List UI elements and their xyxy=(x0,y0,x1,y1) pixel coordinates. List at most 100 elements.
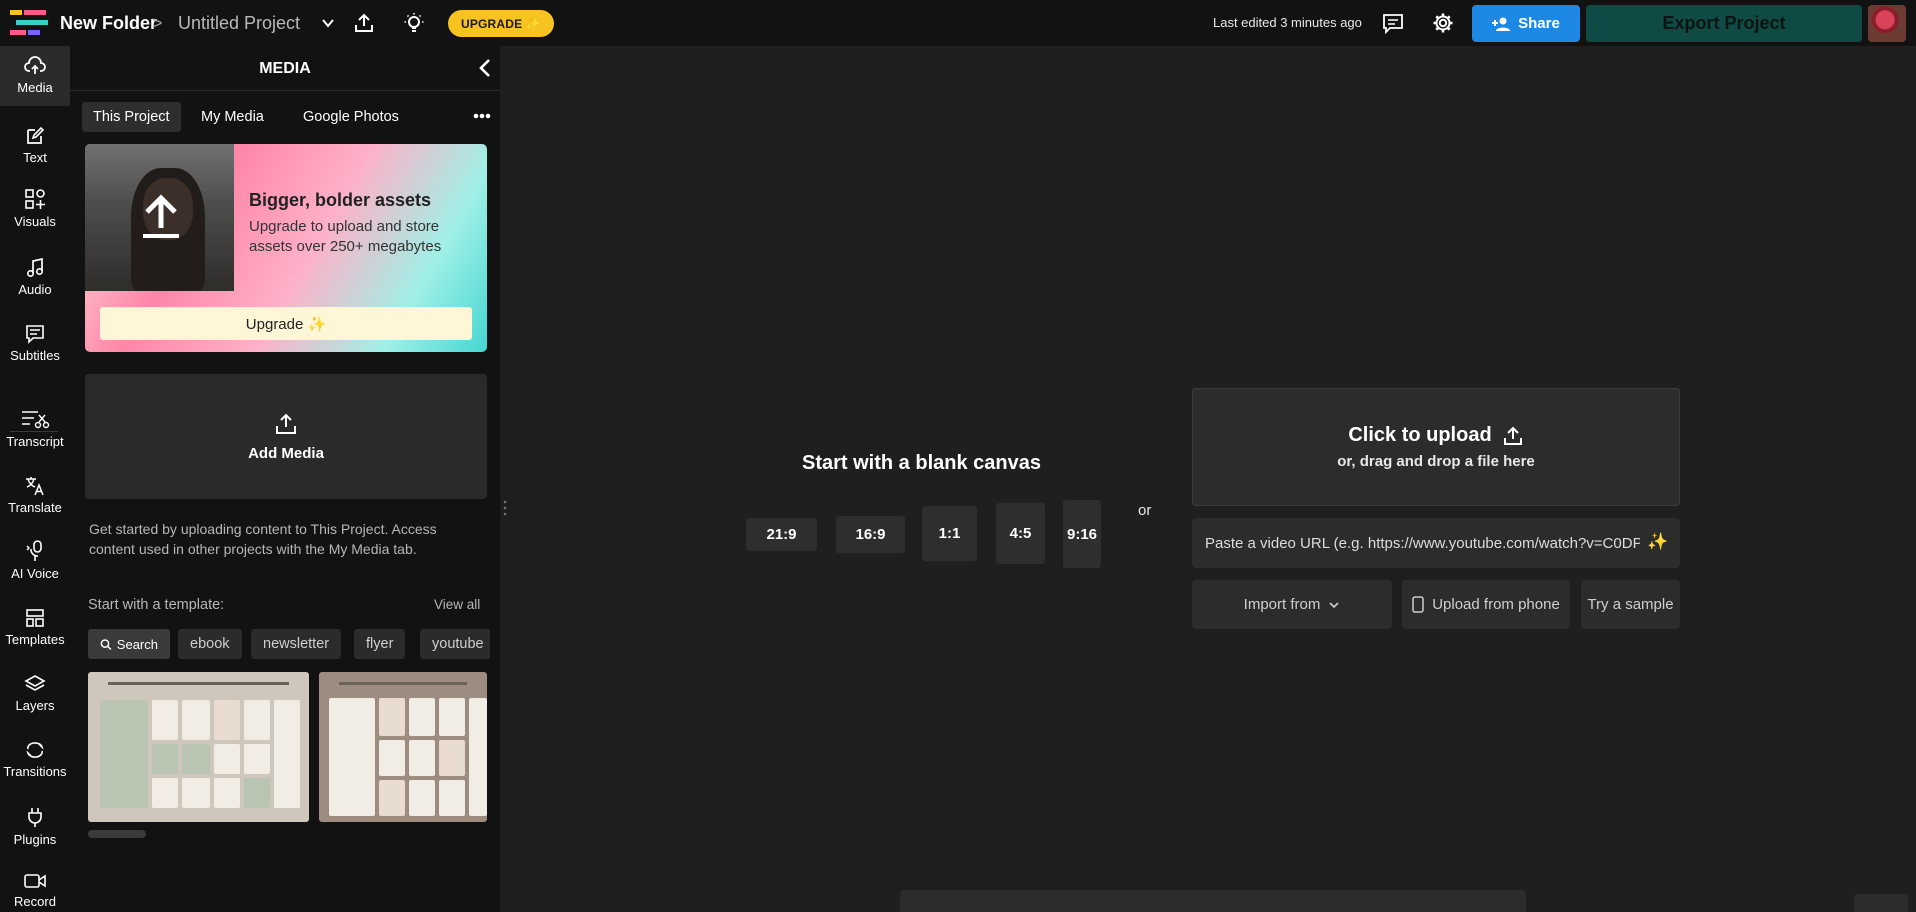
bottom-right-control[interactable] xyxy=(1854,894,1908,912)
export-project-button[interactable]: Export Project xyxy=(1586,5,1862,42)
add-media-label: Add Media xyxy=(248,444,324,462)
breadcrumb-folder[interactable]: New Folder xyxy=(60,12,157,34)
translate-icon xyxy=(26,477,44,496)
transcript-icon xyxy=(22,411,50,429)
upgrade-button[interactable]: UPGRADE ✨ xyxy=(448,10,554,37)
music-note-icon xyxy=(26,258,44,278)
app-logo-icon[interactable] xyxy=(10,10,48,36)
settings-gear-icon[interactable] xyxy=(1431,11,1455,35)
sparkle-icon[interactable]: ✨ xyxy=(1647,532,1668,552)
bottom-toolbar[interactable] xyxy=(900,890,1526,912)
ratio-9-16-button[interactable]: 9:16 xyxy=(1063,500,1101,568)
plug-icon xyxy=(28,808,42,827)
view-all-link[interactable]: View all xyxy=(434,597,480,612)
nav-item-translate[interactable]: Translate xyxy=(0,476,70,515)
nav-label: Layers xyxy=(15,698,55,713)
microphone-icon xyxy=(26,540,42,561)
nav-label: Record xyxy=(14,894,56,909)
nav-item-media[interactable]: Media xyxy=(0,46,70,106)
upload-icon xyxy=(276,413,296,434)
nav-item-text[interactable]: Text xyxy=(0,126,70,165)
upload-icon[interactable] xyxy=(352,11,376,35)
upload-from-phone-button[interactable]: Upload from phone xyxy=(1402,580,1570,629)
promo-upgrade-button[interactable]: Upgrade ✨ xyxy=(100,307,472,340)
horizontal-scrollbar[interactable] xyxy=(88,830,146,838)
subtitles-icon xyxy=(26,325,44,344)
ratio-1-1-button[interactable]: 1:1 xyxy=(922,506,977,561)
video-url-input[interactable] xyxy=(1192,518,1680,568)
nav-label: Plugins xyxy=(13,832,57,847)
import-from-button[interactable]: Import from xyxy=(1192,580,1392,629)
or-separator: or xyxy=(1138,502,1152,519)
panel-title: MEDIA xyxy=(259,60,311,77)
nav-label: Media xyxy=(17,80,53,95)
nav-label: Subtitles xyxy=(10,348,60,363)
template-thumbnail[interactable] xyxy=(88,672,309,822)
blank-canvas-title: Start with a blank canvas xyxy=(802,452,1041,474)
upload-title: Click to upload xyxy=(1348,424,1492,446)
upload-dropzone[interactable]: Click to upload or, drag and drop a file… xyxy=(1192,388,1680,506)
promo-title: Bigger, bolder assets xyxy=(249,190,432,210)
transitions-icon xyxy=(26,742,44,758)
shapes-icon xyxy=(25,189,45,209)
try-sample-button[interactable]: Try a sample xyxy=(1581,580,1680,629)
ratio-4-5-button[interactable]: 4:5 xyxy=(996,503,1045,564)
nav-label: Transitions xyxy=(3,764,67,779)
video-camera-icon xyxy=(24,874,46,888)
template-search-chip[interactable]: Search xyxy=(88,629,170,659)
upload-from-phone-label: Upload from phone xyxy=(1432,596,1560,613)
nav-item-record[interactable]: Record xyxy=(0,872,70,909)
import-from-label: Import from xyxy=(1243,596,1321,613)
cloud-upload-icon xyxy=(24,56,46,74)
panel-resize-handle-icon[interactable] xyxy=(503,500,507,516)
nav-label: Text xyxy=(23,150,47,165)
left-nav: Media Text Visuals Audio Subtitles Trans… xyxy=(0,46,70,912)
tab-my-media[interactable]: My Media xyxy=(190,102,275,132)
upload-subtitle: or, drag and drop a file here xyxy=(1337,453,1535,470)
promo-image xyxy=(85,144,234,291)
share-button[interactable]: Share xyxy=(1472,5,1580,42)
chip-flyer[interactable]: flyer xyxy=(354,629,406,659)
search-icon xyxy=(100,638,112,650)
nav-item-templates[interactable]: Templates xyxy=(0,608,70,647)
comments-icon[interactable] xyxy=(1381,11,1405,35)
ratio-16-9-button[interactable]: 16:9 xyxy=(836,516,905,553)
breadcrumb-separator: > xyxy=(152,13,163,33)
nav-label: AI Voice xyxy=(11,566,59,581)
nav-item-layers[interactable]: Layers xyxy=(0,674,70,713)
upload-icon xyxy=(1503,426,1522,445)
collapse-panel-icon[interactable] xyxy=(476,58,494,78)
edit-icon xyxy=(27,126,45,144)
template-thumbnail[interactable] xyxy=(319,672,487,822)
phone-icon xyxy=(1412,596,1424,613)
top-bar: New Folder > Untitled Project UPGRADE ✨ … xyxy=(0,0,1916,46)
project-title[interactable]: Untitled Project xyxy=(178,12,300,34)
ratio-21-9-button[interactable]: 21:9 xyxy=(746,518,817,551)
more-options-icon[interactable] xyxy=(472,108,492,124)
templates-icon xyxy=(26,609,44,627)
tab-this-project[interactable]: This Project xyxy=(82,102,181,132)
last-edited-status: Last edited 3 minutes ago xyxy=(1213,15,1362,30)
chip-ebook[interactable]: ebook xyxy=(178,629,242,659)
chip-newsletter[interactable]: newsletter xyxy=(251,629,342,659)
tab-google-photos[interactable]: Google Photos xyxy=(292,102,410,132)
panel-divider xyxy=(70,90,500,91)
upload-hint-text: Get started by uploading content to This… xyxy=(89,521,437,557)
nav-item-audio[interactable]: Audio xyxy=(0,258,70,297)
nav-item-subtitles[interactable]: Subtitles xyxy=(0,324,70,363)
chip-youtube[interactable]: youtube xyxy=(420,629,490,659)
template-chips: Search ebook newsletter flyer youtube xyxy=(88,629,490,661)
nav-item-visuals[interactable]: Visuals xyxy=(0,188,70,229)
nav-item-transcript[interactable]: Transcript xyxy=(0,408,70,449)
add-person-icon xyxy=(1492,17,1511,31)
lightbulb-icon[interactable] xyxy=(402,11,426,35)
media-panel: MEDIA This Project My Media Google Photo… xyxy=(70,46,500,912)
nav-item-ai-voice[interactable]: AI Voice xyxy=(0,540,70,581)
add-media-button[interactable]: Add Media xyxy=(85,374,487,499)
user-avatar[interactable] xyxy=(1868,5,1906,42)
share-label: Share xyxy=(1518,15,1560,32)
layers-icon xyxy=(24,675,46,691)
nav-item-plugins[interactable]: Plugins xyxy=(0,806,70,847)
chevron-down-icon[interactable] xyxy=(316,11,340,35)
nav-item-transitions[interactable]: Transitions xyxy=(0,740,70,779)
